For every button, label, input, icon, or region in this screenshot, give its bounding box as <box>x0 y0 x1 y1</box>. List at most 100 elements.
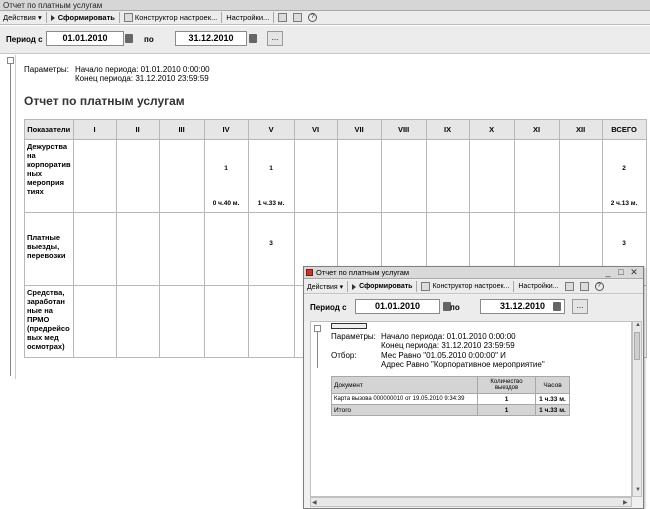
detail-table: Документ Количество выездов Часов Карта … <box>331 376 570 416</box>
horizontal-scrollbar[interactable]: ◀ ▶ <box>310 497 632 507</box>
document-link[interactable]: Карта вызова 000000010 от 19.05.2010 9:3… <box>331 393 478 405</box>
scroll-left-icon[interactable]: ◀ <box>312 499 317 506</box>
period-bar: Период с 01.01.2010 по 31.12.2010 ... <box>0 26 650 54</box>
play-icon <box>50 14 55 21</box>
period-to-field[interactable]: 31.12.2010 <box>175 31 247 46</box>
scroll-right-icon[interactable]: ▶ <box>623 499 628 506</box>
toolbar-separator <box>118 12 120 23</box>
actions-menu[interactable]: Действия ▾ <box>0 12 45 24</box>
row-label: Дежурства на корпоратив ных мероприя тия… <box>24 139 74 213</box>
calendar-icon[interactable] <box>553 302 561 311</box>
settings-constructor-button[interactable]: Конструктор настроек... <box>418 281 512 293</box>
table-cell <box>513 139 560 213</box>
detail-toolbar: Действия ▾ Сформировать Конструктор наст… <box>304 280 643 294</box>
total-count: 1 <box>477 404 536 416</box>
column-header: II <box>115 119 160 140</box>
table-cell <box>468 139 515 213</box>
column-header-hours: Часов <box>535 376 570 394</box>
calendar-icon[interactable] <box>125 34 133 43</box>
help-icon[interactable]: ? <box>592 281 607 293</box>
maximize-button[interactable]: □ <box>616 268 626 278</box>
toolbar-separator <box>221 12 223 23</box>
scroll-up-icon[interactable]: ▲ <box>635 322 641 328</box>
table-cell <box>203 285 249 358</box>
calendar-icon[interactable] <box>249 34 257 43</box>
table-cell <box>203 212 249 286</box>
filter-label: Отбор: <box>331 351 357 360</box>
table-cell <box>293 139 338 213</box>
table-row: Дежурства на корпоратив ных мероприя тия… <box>24 139 647 213</box>
cell-count: 3 <box>622 240 626 247</box>
column-header: I <box>72 119 117 140</box>
table-cell <box>336 139 382 213</box>
period-select-button[interactable]: ... <box>267 31 283 46</box>
detail-window-title: Отчет по платным услугам <box>316 268 410 277</box>
total-hours: 1 ч.33 м. <box>535 404 570 416</box>
column-header: V <box>247 119 295 140</box>
close-button[interactable]: ✕ <box>629 268 639 278</box>
table-cell <box>115 212 160 286</box>
restore-icon[interactable] <box>290 12 305 24</box>
settings-button[interactable]: Настройки... <box>515 281 561 293</box>
detail-period-bar: Период с 01.01.2010 по 31.12.2010 ... <box>304 295 643 321</box>
group-line <box>10 64 11 376</box>
toolbar-separator <box>273 12 275 23</box>
table-row: Карта вызова 000000010 от 19.05.2010 9:3… <box>331 393 570 405</box>
constructor-icon <box>123 13 133 22</box>
collapse-icon[interactable] <box>314 325 321 332</box>
hours-cell: 1 ч.33 м. <box>535 393 570 405</box>
scroll-thumb[interactable] <box>634 332 640 360</box>
column-header: IV <box>203 119 249 140</box>
app-icon <box>306 269 313 276</box>
cell-count: 1 <box>224 165 228 172</box>
table-header-row: Показатели I II III IV V VI VII VIII IX … <box>24 119 647 140</box>
cell-count: 1 <box>269 165 273 172</box>
params-start: Начало периода: 01.01.2010 0:00:00 <box>381 332 516 341</box>
actions-menu[interactable]: Действия ▾ <box>304 281 346 293</box>
column-header: VII <box>336 119 382 140</box>
toolbar-separator <box>513 281 515 292</box>
table-cell <box>158 212 205 286</box>
detail-report-area: Параметры: Начало периода: 01.01.2010 0:… <box>310 321 632 497</box>
settings-button[interactable]: Настройки... <box>223 12 272 24</box>
period-select-button[interactable]: ... <box>572 299 588 314</box>
generate-button[interactable]: Сформировать <box>48 12 118 24</box>
restore-icon[interactable] <box>577 281 592 293</box>
settings-constructor-button[interactable]: Конструктор настроек... <box>121 12 220 24</box>
table-cell <box>72 285 117 358</box>
params-end: Конец периода: 31.12.2010 23:59:59 <box>75 74 209 83</box>
constructor-label: Конструктор настроек... <box>134 13 218 22</box>
cell-count: 2 <box>622 165 626 172</box>
table-cell: 1 0 ч.40 м. <box>203 139 249 213</box>
detail-window: Отчет по платным услугам _ □ ✕ Действия … <box>303 266 644 509</box>
play-icon <box>352 283 357 290</box>
help-icon[interactable]: ? <box>305 12 320 24</box>
collapse-icon[interactable] <box>7 57 14 64</box>
cell-hours: 0 ч.40 м. <box>212 200 240 207</box>
cell-hours: 1 ч.33 м. <box>257 200 285 207</box>
save-icon[interactable] <box>562 281 577 293</box>
detail-window-titlebar[interactable]: Отчет по платным услугам _ □ ✕ <box>304 267 643 279</box>
column-header: X <box>468 119 515 140</box>
count-cell: 1 <box>477 393 536 405</box>
table-cell <box>158 139 205 213</box>
vertical-scrollbar[interactable]: ▲ ▼ <box>632 321 642 497</box>
report-title: Отчет по платным услугам <box>24 94 185 108</box>
generate-label: Сформировать <box>359 283 413 290</box>
period-from-field[interactable]: 01.01.2010 <box>46 31 124 46</box>
table-cell <box>558 139 603 213</box>
cell-hours: 2 ч.13 м. <box>610 200 638 207</box>
save-icon[interactable] <box>275 12 290 24</box>
table-cell-total: 2 2 ч.13 м. <box>601 139 647 213</box>
period-to-label: по <box>450 303 460 312</box>
table-cell <box>380 139 427 213</box>
minimize-button[interactable]: _ <box>603 268 613 278</box>
column-header: XII <box>558 119 603 140</box>
column-header: VIII <box>380 119 427 140</box>
generate-button[interactable]: Сформировать <box>349 281 415 293</box>
detail-header-row: Документ Количество выездов Часов <box>331 376 570 394</box>
scroll-down-icon[interactable]: ▼ <box>635 487 641 493</box>
table-cell <box>158 285 205 358</box>
group-gutter <box>5 55 16 379</box>
period-from-field[interactable]: 01.01.2010 <box>355 299 440 314</box>
